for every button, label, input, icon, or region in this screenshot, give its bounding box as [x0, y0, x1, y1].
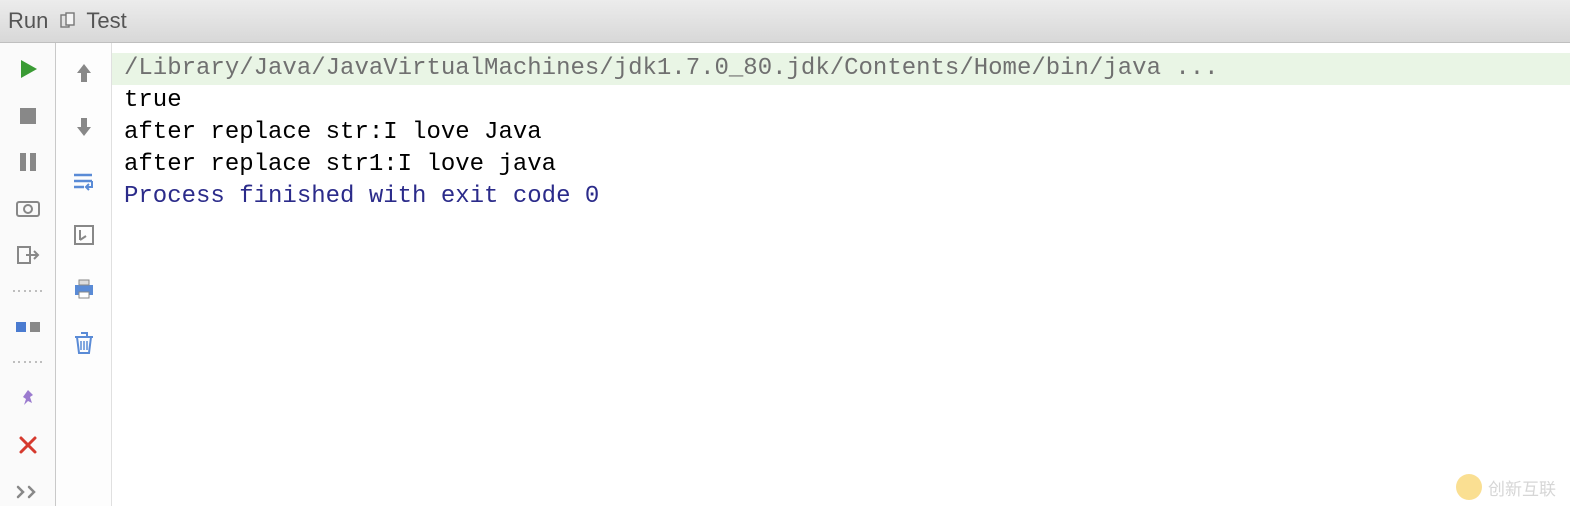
stop-button[interactable]: [10, 102, 46, 131]
watermark-text: 创新互联: [1488, 475, 1556, 500]
exit-button[interactable]: [10, 241, 46, 270]
pause-button[interactable]: [10, 148, 46, 177]
scroll-down-button[interactable]: [66, 109, 102, 145]
pin-button[interactable]: [10, 384, 46, 413]
output-line: true: [112, 85, 1570, 117]
close-button[interactable]: [10, 431, 46, 460]
exit-code-line: Process finished with exit code 0: [112, 181, 1570, 213]
run-config-icon: [58, 10, 80, 32]
toolbar-separator: [13, 361, 43, 364]
rerun-button[interactable]: [10, 55, 46, 84]
toolbar-separator: [13, 290, 43, 293]
soft-wrap-button[interactable]: [66, 163, 102, 199]
output-line: after replace str1:I love java: [112, 149, 1570, 181]
command-line: /Library/Java/JavaVirtualMachines/jdk1.7…: [112, 53, 1570, 85]
output-line: after replace str:I love Java: [112, 117, 1570, 149]
run-config-name: Test: [86, 8, 126, 34]
console-output[interactable]: /Library/Java/JavaVirtualMachines/jdk1.7…: [112, 43, 1570, 506]
primary-toolbar: [0, 43, 56, 506]
watermark-logo-icon: [1456, 474, 1482, 500]
layout-button[interactable]: [10, 313, 46, 342]
scroll-to-end-button[interactable]: [66, 217, 102, 253]
dump-threads-button[interactable]: [10, 195, 46, 224]
run-label: Run: [8, 8, 48, 34]
watermark: 创新互联: [1456, 474, 1556, 500]
console-toolbar: [56, 43, 112, 506]
expand-button[interactable]: [10, 477, 46, 506]
run-panel-body: /Library/Java/JavaVirtualMachines/jdk1.7…: [0, 43, 1570, 506]
clear-all-button[interactable]: [66, 325, 102, 361]
print-button[interactable]: [66, 271, 102, 307]
run-panel-header: Run Test: [0, 0, 1570, 43]
scroll-up-button[interactable]: [66, 55, 102, 91]
